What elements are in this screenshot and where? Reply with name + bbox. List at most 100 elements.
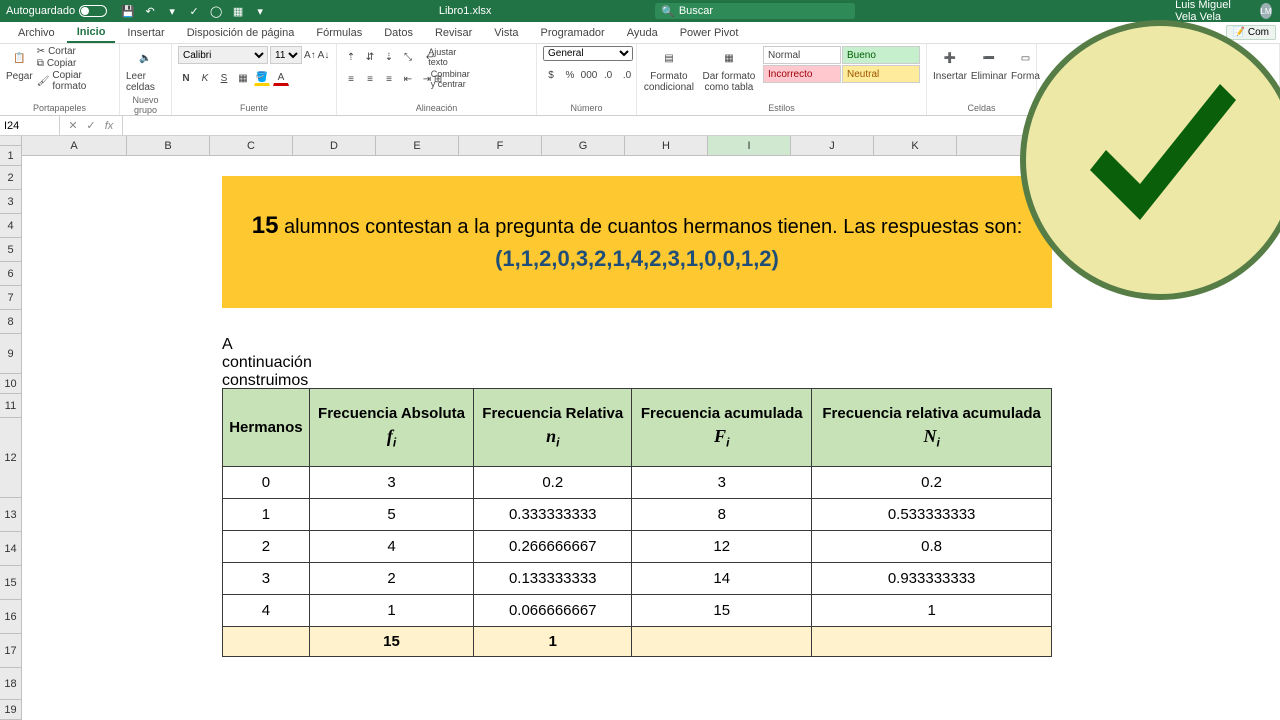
- row-header-17[interactable]: 17: [0, 634, 21, 668]
- table-cell[interactable]: 1: [812, 595, 1052, 627]
- row-header-19[interactable]: 19: [0, 700, 21, 720]
- table-cell[interactable]: 0.066666667: [474, 595, 632, 627]
- table-cell[interactable]: 0.2: [474, 467, 632, 499]
- col-header-A[interactable]: A: [22, 136, 127, 155]
- enter-icon[interactable]: ✓: [84, 119, 98, 132]
- row-header-4[interactable]: 4: [0, 214, 21, 238]
- sheet-icon[interactable]: ▦: [231, 4, 245, 18]
- col-header-C[interactable]: C: [210, 136, 293, 155]
- search-box[interactable]: 🔍 Buscar: [655, 3, 855, 19]
- col-header-E[interactable]: E: [376, 136, 459, 155]
- row-header-15[interactable]: 15: [0, 566, 21, 600]
- table-footer-cell[interactable]: 1: [474, 627, 632, 657]
- row-header-5[interactable]: 5: [0, 238, 21, 262]
- table-cell[interactable]: 8: [632, 499, 812, 531]
- col-header-D[interactable]: D: [293, 136, 376, 155]
- read-cells-button[interactable]: 🔈 Leer celdas: [126, 46, 165, 93]
- more-icon[interactable]: ▾: [253, 4, 267, 18]
- save-icon[interactable]: 💾: [121, 4, 135, 18]
- tab-programador[interactable]: Programador: [531, 24, 615, 42]
- indent-decrease-icon[interactable]: ⇤: [400, 71, 416, 87]
- circle-icon[interactable]: ◯: [209, 4, 223, 18]
- align-bottom-icon[interactable]: ⇣: [381, 49, 397, 65]
- currency-icon[interactable]: $: [543, 67, 559, 83]
- tab-vista[interactable]: Vista: [484, 24, 528, 42]
- redo-dropdown-icon[interactable]: ▾: [165, 4, 179, 18]
- tab-insertar[interactable]: Insertar: [117, 24, 174, 42]
- name-box[interactable]: I24: [0, 116, 60, 135]
- border-button[interactable]: ▦: [235, 70, 251, 86]
- table-cell[interactable]: 4: [223, 595, 310, 627]
- tab-revisar[interactable]: Revisar: [425, 24, 482, 42]
- paste-button[interactable]: 📋 Pegar: [6, 46, 33, 82]
- table-cell[interactable]: 0.8: [812, 531, 1052, 563]
- merge-button[interactable]: ⊞ Combinar y centrar: [438, 71, 454, 87]
- select-all-corner[interactable]: [0, 136, 22, 146]
- table-cell[interactable]: 5: [309, 499, 473, 531]
- table-cell[interactable]: 3: [632, 467, 812, 499]
- fx-icon[interactable]: fx: [102, 120, 116, 132]
- table-cell[interactable]: 2: [309, 563, 473, 595]
- table-cell[interactable]: 0.533333333: [812, 499, 1052, 531]
- style-neutral[interactable]: Neutral: [842, 65, 920, 83]
- font-size-select[interactable]: 11: [270, 46, 302, 64]
- insert-cells-button[interactable]: ➕Insertar: [933, 46, 967, 82]
- table-cell[interactable]: 15: [632, 595, 812, 627]
- fill-color-button[interactable]: 🪣: [254, 70, 270, 86]
- table-footer-cell[interactable]: [632, 627, 812, 657]
- percent-icon[interactable]: %: [562, 67, 578, 83]
- tab-disposicion[interactable]: Disposición de página: [177, 24, 305, 42]
- col-header-B[interactable]: B: [127, 136, 210, 155]
- delete-cells-button[interactable]: ➖Eliminar: [971, 46, 1007, 82]
- tab-formulas[interactable]: Fórmulas: [306, 24, 372, 42]
- check-icon[interactable]: ✓: [187, 4, 201, 18]
- style-normal[interactable]: Normal: [763, 46, 841, 64]
- row-header-2[interactable]: 2: [0, 166, 21, 190]
- table-cell[interactable]: 1: [309, 595, 473, 627]
- table-footer-cell[interactable]: 15: [309, 627, 473, 657]
- undo-icon[interactable]: ↶: [143, 4, 157, 18]
- autosave-toggle[interactable]: Autoguardado: [0, 5, 113, 17]
- table-cell[interactable]: 12: [632, 531, 812, 563]
- wrap-text-button[interactable]: ↩ Ajustar texto: [430, 49, 446, 65]
- table-cell[interactable]: 2: [223, 531, 310, 563]
- tab-datos[interactable]: Datos: [374, 24, 423, 42]
- italic-button[interactable]: K: [197, 70, 213, 86]
- row-header-6[interactable]: 6: [0, 262, 21, 286]
- table-cell[interactable]: 1: [223, 499, 310, 531]
- decrease-font-icon[interactable]: A↓: [318, 50, 330, 61]
- row-header-9[interactable]: 9: [0, 334, 21, 374]
- style-bueno[interactable]: Bueno: [842, 46, 920, 64]
- format-as-table-button[interactable]: ▦ Dar formato como tabla: [699, 46, 759, 93]
- align-right-icon[interactable]: ≡: [381, 71, 397, 87]
- comma-icon[interactable]: 000: [581, 67, 597, 83]
- underline-button[interactable]: S: [216, 70, 232, 86]
- tab-ayuda[interactable]: Ayuda: [617, 24, 668, 42]
- col-header-F[interactable]: F: [459, 136, 542, 155]
- conditional-format-button[interactable]: ▤ Formato condicional: [643, 46, 695, 93]
- table-footer-cell[interactable]: [812, 627, 1052, 657]
- cut-button[interactable]: ✂Cortar: [37, 46, 113, 57]
- cell-styles-gallery[interactable]: Normal Bueno Incorrecto Neutral: [763, 46, 920, 83]
- row-header-10[interactable]: 10: [0, 374, 21, 394]
- align-left-icon[interactable]: ≡: [343, 71, 359, 87]
- number-format-select[interactable]: General: [543, 46, 633, 61]
- col-header-H[interactable]: H: [625, 136, 708, 155]
- font-name-select[interactable]: Calibri: [178, 46, 268, 64]
- toggle-off-icon[interactable]: [79, 5, 107, 17]
- align-center-icon[interactable]: ≡: [362, 71, 378, 87]
- tab-file[interactable]: Archivo: [8, 24, 65, 42]
- col-header-G[interactable]: G: [542, 136, 625, 155]
- table-cell[interactable]: 4: [309, 531, 473, 563]
- format-painter-button[interactable]: 🖌Copiar formato: [37, 70, 113, 92]
- table-cell[interactable]: 0.133333333: [474, 563, 632, 595]
- table-footer-cell[interactable]: [223, 627, 310, 657]
- table-cell[interactable]: 0.2: [812, 467, 1052, 499]
- style-incorrecto[interactable]: Incorrecto: [763, 65, 841, 83]
- row-header-18[interactable]: 18: [0, 668, 21, 700]
- row-header-11[interactable]: 11: [0, 394, 21, 418]
- cancel-icon[interactable]: ✕: [66, 119, 80, 132]
- tab-inicio[interactable]: Inicio: [67, 23, 116, 43]
- row-header-1[interactable]: 1: [0, 146, 21, 166]
- copy-button[interactable]: ⧉Copiar: [37, 58, 113, 69]
